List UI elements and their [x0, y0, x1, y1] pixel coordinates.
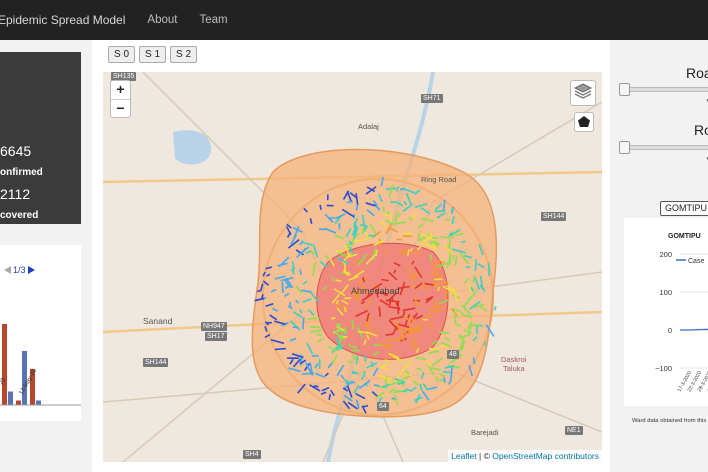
- shield-ne1: NE1: [565, 426, 583, 435]
- layers-icon: [573, 83, 593, 99]
- brand-link[interactable]: Epidemic Spread Model: [0, 13, 125, 27]
- slider2-track[interactable]: [622, 145, 708, 150]
- shield-sh71: SH71: [421, 94, 443, 103]
- ward-series-line: [680, 328, 708, 331]
- shield-sh144-west: SH144: [143, 358, 169, 367]
- slider2-label: Ro: [694, 122, 708, 138]
- osm-link[interactable]: OpenStreetMap contributors: [492, 451, 599, 461]
- shield-nh947: NH947: [201, 322, 227, 331]
- shield-sh144-east: SH144: [541, 212, 567, 221]
- shield-48: 48: [447, 350, 459, 359]
- scenario-s1-button[interactable]: S 1: [139, 46, 167, 63]
- y-tick-label: −100: [655, 364, 672, 373]
- slider1-track[interactable]: [622, 87, 708, 92]
- pager-indicator: 1/3: [13, 265, 26, 275]
- pager-prev-icon[interactable]: [4, 266, 11, 274]
- slider1-thumb[interactable]: [619, 83, 630, 96]
- scenario-s2-button[interactable]: S 2: [170, 46, 198, 63]
- zoom-in-button[interactable]: +: [111, 81, 130, 99]
- nav-about[interactable]: About: [147, 14, 177, 26]
- date-tick-2: 13-May-20: [19, 368, 39, 396]
- y-tick-label: 200: [659, 250, 672, 259]
- label-adalaj: Adalaj: [358, 122, 379, 131]
- map-attribution: Leaflet | © OpenStreetMap contributors: [448, 450, 602, 462]
- confirmed-label: onfirmed: [0, 167, 43, 178]
- ward-data-note: Ward data obtained from this: [632, 418, 707, 424]
- left-chart-card: 1/3 20 13-May-20: [0, 245, 81, 421]
- right-panel: Roa ▼ Ro ▼ GOMTIPU GOMTIPU Case 2001000−…: [610, 40, 708, 472]
- zoom-out-button[interactable]: −: [111, 99, 130, 117]
- draw-polygon-button[interactable]: [574, 112, 594, 132]
- ward-chart-title: GOMTIPU: [668, 233, 701, 240]
- center-panel: S 0 S 1 S 2 Adalaj Ring Road Sanand Ahme…: [92, 40, 610, 472]
- label-ring-road: Ring Road: [421, 175, 457, 184]
- stats-box: 6645 onfirmed 2112 covered: [0, 52, 81, 224]
- ward-select-button[interactable]: GOMTIPU: [660, 201, 708, 216]
- zoom-control: + −: [110, 80, 131, 118]
- label-taluka: Taluka: [503, 364, 525, 373]
- confirmed-count: 6645: [0, 143, 32, 159]
- polygon-icon: [578, 116, 590, 127]
- ward-line-chart: GOMTIPU Case 2001000−10017-3-202022-3-20…: [655, 233, 708, 393]
- bar-s1-c0: [8, 391, 13, 405]
- label-barejadi: Barejadi: [471, 428, 499, 437]
- map-canvas: [103, 72, 602, 462]
- y-tick-label: 100: [659, 288, 672, 297]
- shield-64: 64: [377, 402, 389, 411]
- left-panel: 6645 onfirmed 2112 covered 1/3 20 13-May…: [0, 40, 92, 472]
- map-view[interactable]: Adalaj Ring Road Sanand Ahmedabad Daskro…: [103, 72, 602, 462]
- y-tick-label: 0: [668, 326, 672, 335]
- scenario-s0-button[interactable]: S 0: [108, 46, 136, 63]
- recovered-count: 2112: [0, 186, 31, 202]
- slider1-label: Roa: [686, 65, 708, 81]
- leaflet-link[interactable]: Leaflet: [451, 451, 477, 461]
- layers-button[interactable]: [570, 80, 596, 106]
- bar-s0-c1: [16, 400, 21, 405]
- label-ahmedabad: Ahmedabad: [351, 286, 400, 296]
- bar-s1-c2: [36, 400, 41, 405]
- pager-next-icon[interactable]: [27, 266, 35, 274]
- chart-pager: 1/3: [4, 265, 35, 275]
- top-navbar: Epidemic Spread Model About Team: [0, 0, 708, 40]
- label-sanand: Sanand: [143, 316, 173, 326]
- ward-legend-label: Case: [688, 258, 704, 265]
- nav-team[interactable]: Team: [199, 14, 227, 26]
- recovered-label: covered: [0, 210, 39, 221]
- ward-chart-card: GOMTIPU Case 200 100 0 −100 17-3-2020 22-3-20…: [624, 218, 708, 406]
- shield-sh17: SH17: [205, 332, 227, 341]
- slider2-thumb[interactable]: [619, 141, 630, 154]
- bar-s0-c0: [2, 324, 7, 405]
- attribution-separator: | ©: [476, 451, 493, 461]
- scenario-buttons: S 0 S 1 S 2: [108, 46, 198, 63]
- shield-sh4: SH4: [243, 450, 261, 459]
- label-daskroi: Daskroi: [501, 355, 527, 364]
